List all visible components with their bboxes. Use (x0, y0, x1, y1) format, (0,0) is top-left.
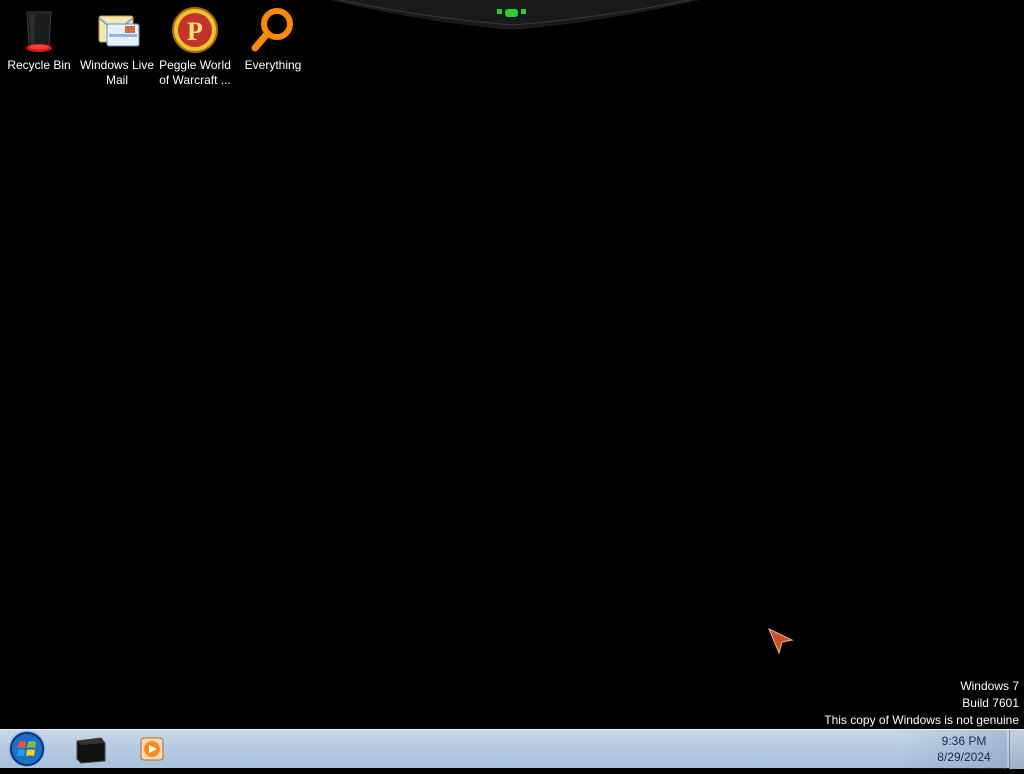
taskbar-button-media-player[interactable] (122, 731, 182, 767)
media-player-icon (140, 737, 164, 761)
taskbar: 9:36 PM 8/29/2024 (0, 729, 1024, 769)
start-button[interactable] (5, 730, 49, 769)
taskbar-clock[interactable]: 9:36 PM 8/29/2024 (924, 733, 1004, 765)
watermark-genuine-notice: This copy of Windows is not genuine (824, 713, 1019, 727)
watermark-build: Build 7601 (962, 696, 1019, 710)
mouse-cursor-icon (768, 628, 794, 655)
taskbar-button-command-prompt[interactable] (60, 731, 120, 767)
show-desktop-button[interactable] (1009, 730, 1024, 769)
windows-watermark: Windows 7 Build 7601 This copy of Window… (824, 678, 1019, 729)
desktop-icon-everything[interactable]: Everything (234, 4, 312, 73)
clock-time: 9:36 PM (941, 734, 987, 748)
peggle-icon: P (169, 4, 221, 56)
desktop-icon-label: Everything (244, 58, 302, 72)
desktop-icon-label: Recycle Bin (7, 58, 71, 72)
desktop-icon-windows-live-mail[interactable]: Windows Live Mail (78, 4, 156, 88)
desktop-icon-peggle[interactable]: P Peggle World of Warcraft ... (156, 4, 234, 88)
desktop[interactable]: Recycle Bin Windows Live Mail P Peggle W… (0, 0, 1024, 729)
desktop-icon-recycle-bin[interactable]: Recycle Bin (0, 4, 78, 73)
windows-live-mail-icon (91, 4, 143, 56)
svg-text:P: P (187, 17, 203, 46)
recycle-bin-icon (13, 4, 65, 56)
command-prompt-icon (76, 737, 106, 764)
desktop-icon-label: Peggle World of Warcraft ... (159, 58, 231, 87)
clock-date: 8/29/2024 (937, 750, 991, 764)
desktop-icon-label: Windows Live Mail (79, 58, 155, 87)
everything-search-icon (247, 4, 299, 56)
watermark-os: Windows 7 (960, 679, 1019, 693)
windows-start-orb-icon (8, 730, 46, 768)
